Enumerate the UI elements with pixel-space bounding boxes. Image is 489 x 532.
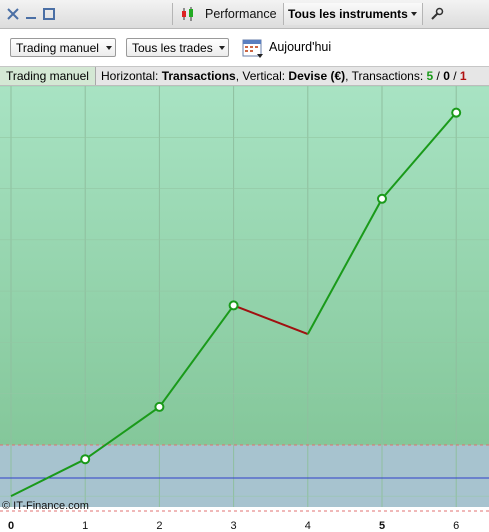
axis-info: Horizontal: Transactions, Vertical: Devi… [101,69,467,83]
maximize-icon[interactable] [41,6,57,22]
x-tick-label: 0 [8,520,14,532]
sep-1: / [433,69,444,83]
neutral-count: 0 [443,69,450,83]
chevron-down-icon [411,12,417,16]
minimize-icon[interactable] [23,6,39,22]
instruments-label: Tous les instruments [288,7,408,21]
transactions-prefix: , Transactions: [345,69,427,83]
vertical-prefix: , Vertical: [235,69,289,83]
wrench-icon[interactable] [429,6,445,22]
x-tick-label: 6 [453,520,459,532]
x-tick-label: 5 [379,520,385,532]
tab-trading-manuel[interactable]: Trading manuel [0,67,96,85]
losses-count: 1 [459,69,467,83]
performance-label[interactable]: Performance [205,7,277,21]
x-tick-label: 2 [156,520,162,532]
copyright: © IT-Finance.com [2,500,89,512]
trading-mode-select[interactable]: Trading manuel [10,38,116,57]
calendar-icon[interactable] [242,37,264,59]
horizontal-value: Transactions [161,69,236,83]
trade-point[interactable] [154,401,165,412]
negative-zone [0,445,489,507]
info-bar: Trading manuel Horizontal: Transactions,… [0,66,489,86]
positive-zone [0,86,489,445]
candlestick-icon[interactable] [180,6,196,22]
trade-point[interactable] [228,300,239,311]
instruments-dropdown[interactable]: Tous les instruments [283,3,423,25]
chevron-down-icon [219,46,225,50]
trading-mode-label: Trading manuel [16,41,99,55]
trade-point[interactable] [377,193,387,204]
horizontal-prefix: Horizontal: [101,69,162,83]
x-tick-label: 3 [231,520,237,532]
separator [172,3,173,25]
performance-chart[interactable]: 0 1 2 3 4 5 6 [0,86,489,532]
vertical-value: Devise (€) [288,69,346,83]
title-bar: Performance Tous les instruments [0,0,489,29]
trade-point[interactable] [451,107,462,118]
toolbar: Trading manuel Tous les trades Aujourd'h… [0,29,489,66]
close-icon[interactable] [5,6,21,22]
date-range-label[interactable]: Aujourd'hui [269,40,331,54]
x-tick-label: 4 [305,520,311,532]
x-tick-label: 1 [82,520,88,532]
trade-point[interactable] [80,454,91,465]
trades-filter-select[interactable]: Tous les trades [126,38,229,57]
sep-2: / [449,69,460,83]
chevron-down-icon [106,46,112,50]
trades-filter-label: Tous les trades [132,41,213,55]
